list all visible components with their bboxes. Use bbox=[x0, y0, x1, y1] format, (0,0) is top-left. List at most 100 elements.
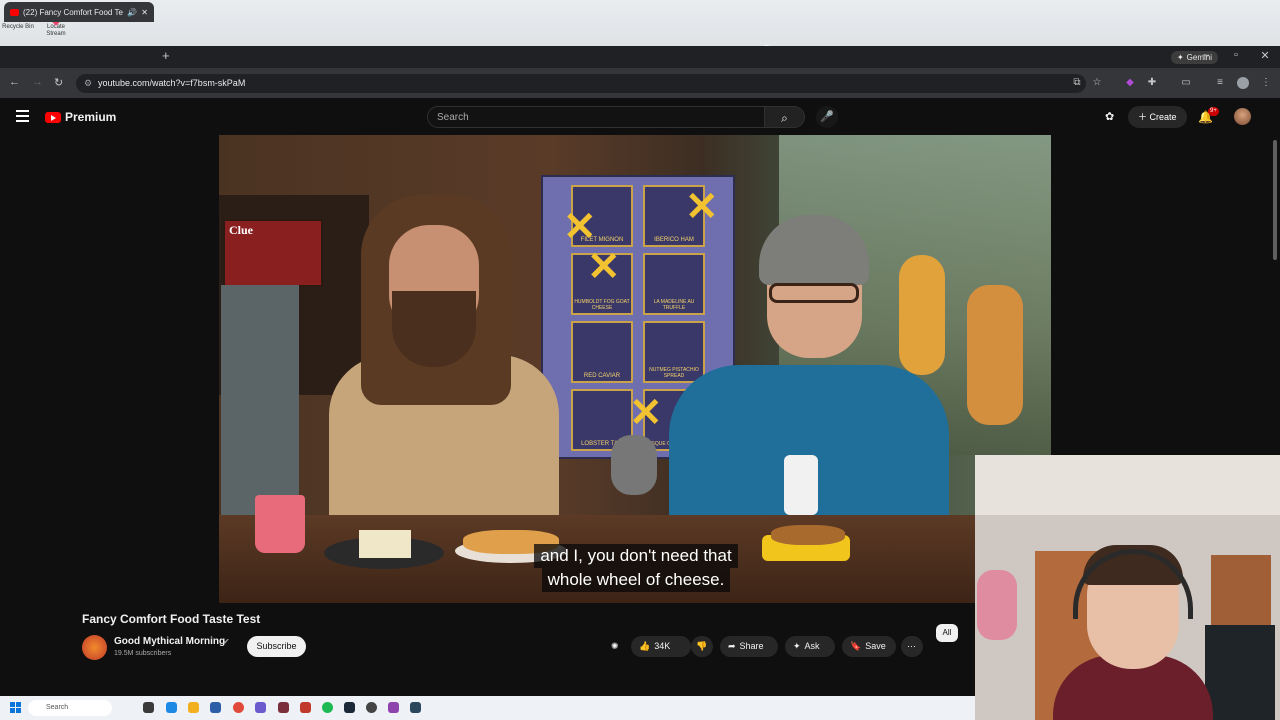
verified-icon: ✔ bbox=[223, 637, 230, 646]
caption-line: whole wheel of cheese. bbox=[541, 568, 731, 592]
clue-sign-text: Clue bbox=[229, 223, 253, 237]
ask-label: Ask bbox=[804, 641, 820, 651]
desktop-background bbox=[0, 0, 1280, 46]
save-button[interactable]: 🔖 Save bbox=[842, 636, 896, 657]
ai-summary-button[interactable]: ✺ bbox=[611, 636, 619, 657]
channel-name[interactable]: Good Mythical Morning bbox=[114, 636, 225, 647]
chrome-icon[interactable] bbox=[233, 702, 244, 713]
dislike-button[interactable]: 👎 bbox=[691, 636, 713, 657]
search-button[interactable]: ⌕ bbox=[765, 106, 805, 128]
store-icon[interactable] bbox=[210, 702, 221, 713]
clue-game-box: Clue bbox=[223, 219, 323, 287]
extensions-puzzle-icon[interactable]: ✚ bbox=[1146, 77, 1158, 89]
ask-button[interactable]: ✦ Ask bbox=[785, 636, 835, 657]
youtube-favicon-icon bbox=[10, 8, 19, 16]
taskbar-search-input[interactable]: Search bbox=[28, 700, 112, 716]
save-label: Save bbox=[865, 641, 886, 651]
voice-search-button[interactable]: 🎤 bbox=[816, 106, 838, 128]
youtube-premium-logo[interactable]: Premium bbox=[45, 110, 116, 124]
forward-button[interactable]: → bbox=[32, 76, 43, 88]
close-window-button[interactable]: ✕ bbox=[1255, 49, 1275, 62]
video-title: Fancy Comfort Food Taste Test bbox=[82, 612, 261, 626]
like-count: 34K bbox=[654, 641, 671, 651]
search-input[interactable]: Search bbox=[427, 106, 765, 128]
bread bbox=[771, 525, 845, 545]
share-icon: ➦ bbox=[728, 641, 736, 651]
video-caption: and I, you don't need that whole wheel o… bbox=[514, 544, 758, 592]
task-view-icon[interactable] bbox=[143, 702, 154, 713]
url-text: youtube.com/watch?v=f7bsm-skPaM bbox=[98, 78, 246, 88]
like-button[interactable]: 👍 34K bbox=[631, 636, 691, 657]
profile-avatar-icon[interactable] bbox=[1237, 77, 1249, 89]
microphone-icon: 🎤 bbox=[820, 111, 834, 123]
side-panel-icon[interactable]: ▭ bbox=[1180, 77, 1192, 89]
youtube-play-icon bbox=[45, 111, 61, 123]
paper-cup bbox=[784, 455, 818, 515]
browser-tab-active[interactable]: (22) Fancy Comfort Food Te 🔊 ✕ bbox=[4, 2, 154, 22]
menu-hamburger-icon[interactable] bbox=[16, 110, 29, 125]
subscriber-count: 19.5M subscribers bbox=[114, 650, 172, 657]
x-mark-icon: ✕ bbox=[587, 245, 621, 289]
video-player[interactable]: Clue FILET MIGNON IBERICO HAM HUMBOLDT F… bbox=[219, 135, 1051, 603]
pink-mug bbox=[255, 495, 305, 553]
microphone-prop bbox=[611, 435, 657, 495]
reload-button[interactable]: ↻ bbox=[54, 76, 63, 89]
windows-start-icon[interactable] bbox=[10, 702, 21, 713]
acoustic-guitar bbox=[967, 285, 1023, 425]
copilot-icon[interactable] bbox=[166, 702, 177, 713]
bookmark-icon: 🔖 bbox=[850, 641, 862, 651]
app-icon[interactable] bbox=[410, 702, 421, 713]
install-app-icon[interactable]: ⧉ bbox=[1071, 77, 1083, 89]
back-button[interactable]: ← bbox=[9, 76, 20, 88]
spotify-icon[interactable] bbox=[322, 702, 333, 713]
create-button[interactable]: ＋ Create bbox=[1128, 106, 1187, 128]
steam-icon[interactable] bbox=[344, 702, 355, 713]
account-avatar[interactable] bbox=[1234, 108, 1251, 125]
subscribe-button[interactable]: Subscribe bbox=[247, 636, 306, 657]
cheesecake bbox=[359, 530, 411, 558]
maximize-button[interactable]: ▫ bbox=[1226, 49, 1246, 61]
minimize-button[interactable]: – bbox=[1196, 49, 1216, 61]
app-icon[interactable] bbox=[300, 702, 311, 713]
address-bar[interactable]: ⚙ youtube.com/watch?v=f7bsm-skPaM bbox=[76, 74, 1086, 93]
share-button[interactable]: ➦ Share bbox=[720, 636, 778, 657]
tab-audio-icon[interactable]: 🔊 bbox=[127, 8, 137, 17]
host-left bbox=[329, 195, 559, 555]
app-icon[interactable] bbox=[388, 702, 399, 713]
share-label: Share bbox=[739, 641, 764, 651]
channel-avatar[interactable] bbox=[82, 635, 107, 660]
chip-all[interactable]: All bbox=[936, 624, 958, 642]
board-cell: RED CAVIAR bbox=[571, 321, 633, 383]
app-icon[interactable] bbox=[255, 702, 266, 713]
tab-title: (22) Fancy Comfort Food Te bbox=[23, 7, 123, 17]
desktop-icon-label: Recycle Bin bbox=[2, 24, 34, 30]
thumbs-down-icon: 👎 bbox=[696, 641, 708, 651]
cast-icon[interactable]: ≡ bbox=[1214, 77, 1226, 89]
app-icon[interactable] bbox=[278, 702, 289, 713]
search-icon: ⌕ bbox=[781, 111, 788, 125]
x-mark-icon: ✕ bbox=[563, 205, 597, 249]
browser-menu-icon[interactable]: ⋮ bbox=[1260, 77, 1272, 89]
more-horizontal-icon: ⋯ bbox=[907, 641, 916, 651]
bookmark-star-icon[interactable]: ☆ bbox=[1091, 77, 1103, 89]
tab-close-icon[interactable]: ✕ bbox=[141, 8, 148, 17]
sparkle-icon: ✦ bbox=[1176, 53, 1184, 62]
desktop-icon-label: Locate Stream bbox=[46, 24, 66, 37]
plush-toy bbox=[977, 570, 1017, 640]
more-actions-button[interactable]: ⋯ bbox=[901, 636, 923, 657]
sparkle-icon: ✺ bbox=[611, 641, 619, 651]
new-tab-button[interactable]: + bbox=[162, 48, 170, 63]
extension-icon[interactable]: ◆ bbox=[1124, 77, 1136, 89]
logo-text: Premium bbox=[65, 110, 117, 124]
browser-tab-bar bbox=[0, 46, 1280, 68]
app-icon[interactable] bbox=[366, 702, 377, 713]
webcam-overlay bbox=[975, 455, 1280, 720]
site-info-icon[interactable]: ⚙ bbox=[84, 74, 92, 93]
sparkle-icon: ✦ bbox=[793, 641, 801, 651]
premium-features-icon[interactable]: ✿ bbox=[1105, 110, 1114, 123]
notification-count-badge: 9+ bbox=[1208, 107, 1219, 116]
create-label: Create bbox=[1149, 112, 1177, 122]
file-explorer-icon[interactable] bbox=[188, 702, 199, 713]
caption-line: and I, you don't need that bbox=[534, 544, 738, 568]
page-scrollbar[interactable] bbox=[1273, 140, 1277, 260]
